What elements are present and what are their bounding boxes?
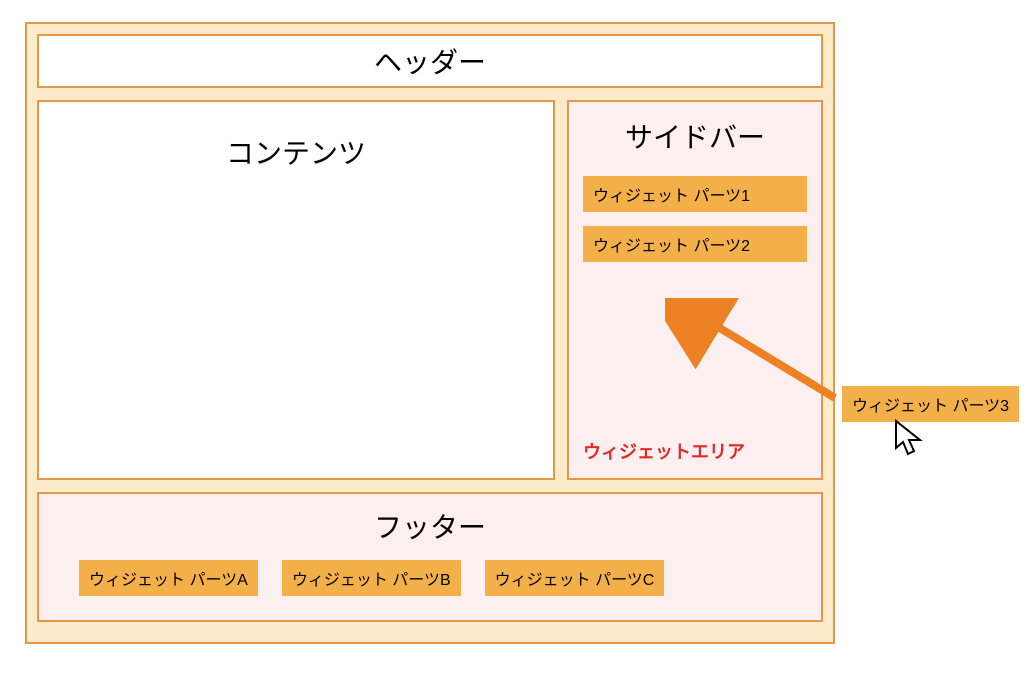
sidebar-region[interactable]: サイドバー ウィジェット パーツ1 ウィジェット パーツ2 ウィジェットエリア [567,100,823,480]
sidebar-widget-2[interactable]: ウィジェット パーツ2 [583,226,807,262]
dragging-widget[interactable]: ウィジェット パーツ3 [842,386,1019,422]
footer-widget-b[interactable]: ウィジェット パーツB [282,560,461,596]
footer-widget-a[interactable]: ウィジェット パーツA [79,560,258,596]
middle-row: コンテンツ サイドバー ウィジェット パーツ1 ウィジェット パーツ2 ウィジェ… [37,100,823,480]
sidebar-widget-1[interactable]: ウィジェット パーツ1 [583,176,807,212]
sidebar-title: サイドバー [583,116,807,156]
content-label: コンテンツ [226,138,366,169]
cursor-icon [893,418,927,458]
footer-region[interactable]: フッター ウィジェット パーツA ウィジェット パーツB ウィジェット パーツC [37,492,823,622]
widget-area-label: ウィジェットエリア [583,438,745,464]
header-region: ヘッダー [37,34,823,88]
content-region: コンテンツ [37,100,555,480]
layout-container: ヘッダー コンテンツ サイドバー ウィジェット パーツ1 ウィジェット パーツ2… [25,22,835,644]
footer-title: フッター [79,506,781,546]
footer-widget-c[interactable]: ウィジェット パーツC [485,560,665,596]
header-label: ヘッダー [374,41,486,81]
footer-widgets-row: ウィジェット パーツA ウィジェット パーツB ウィジェット パーツC [79,560,781,596]
